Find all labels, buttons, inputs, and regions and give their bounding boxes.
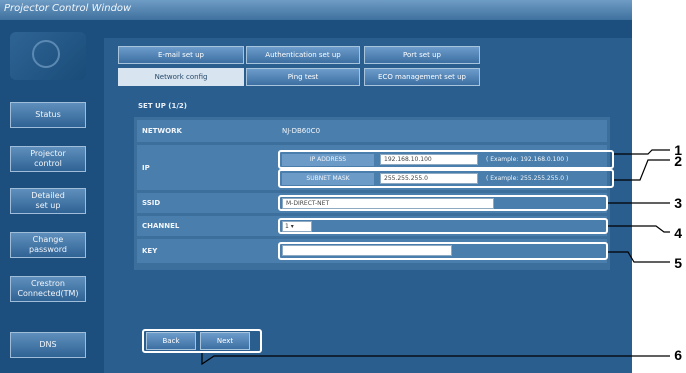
callout-number-3: 3 bbox=[674, 195, 682, 211]
callout-number-5: 5 bbox=[674, 255, 682, 271]
callout-number-4: 4 bbox=[674, 225, 682, 241]
callout-number-6: 6 bbox=[674, 347, 682, 363]
callout-number-2: 2 bbox=[674, 153, 682, 169]
callout-leader-lines bbox=[201, 149, 670, 366]
